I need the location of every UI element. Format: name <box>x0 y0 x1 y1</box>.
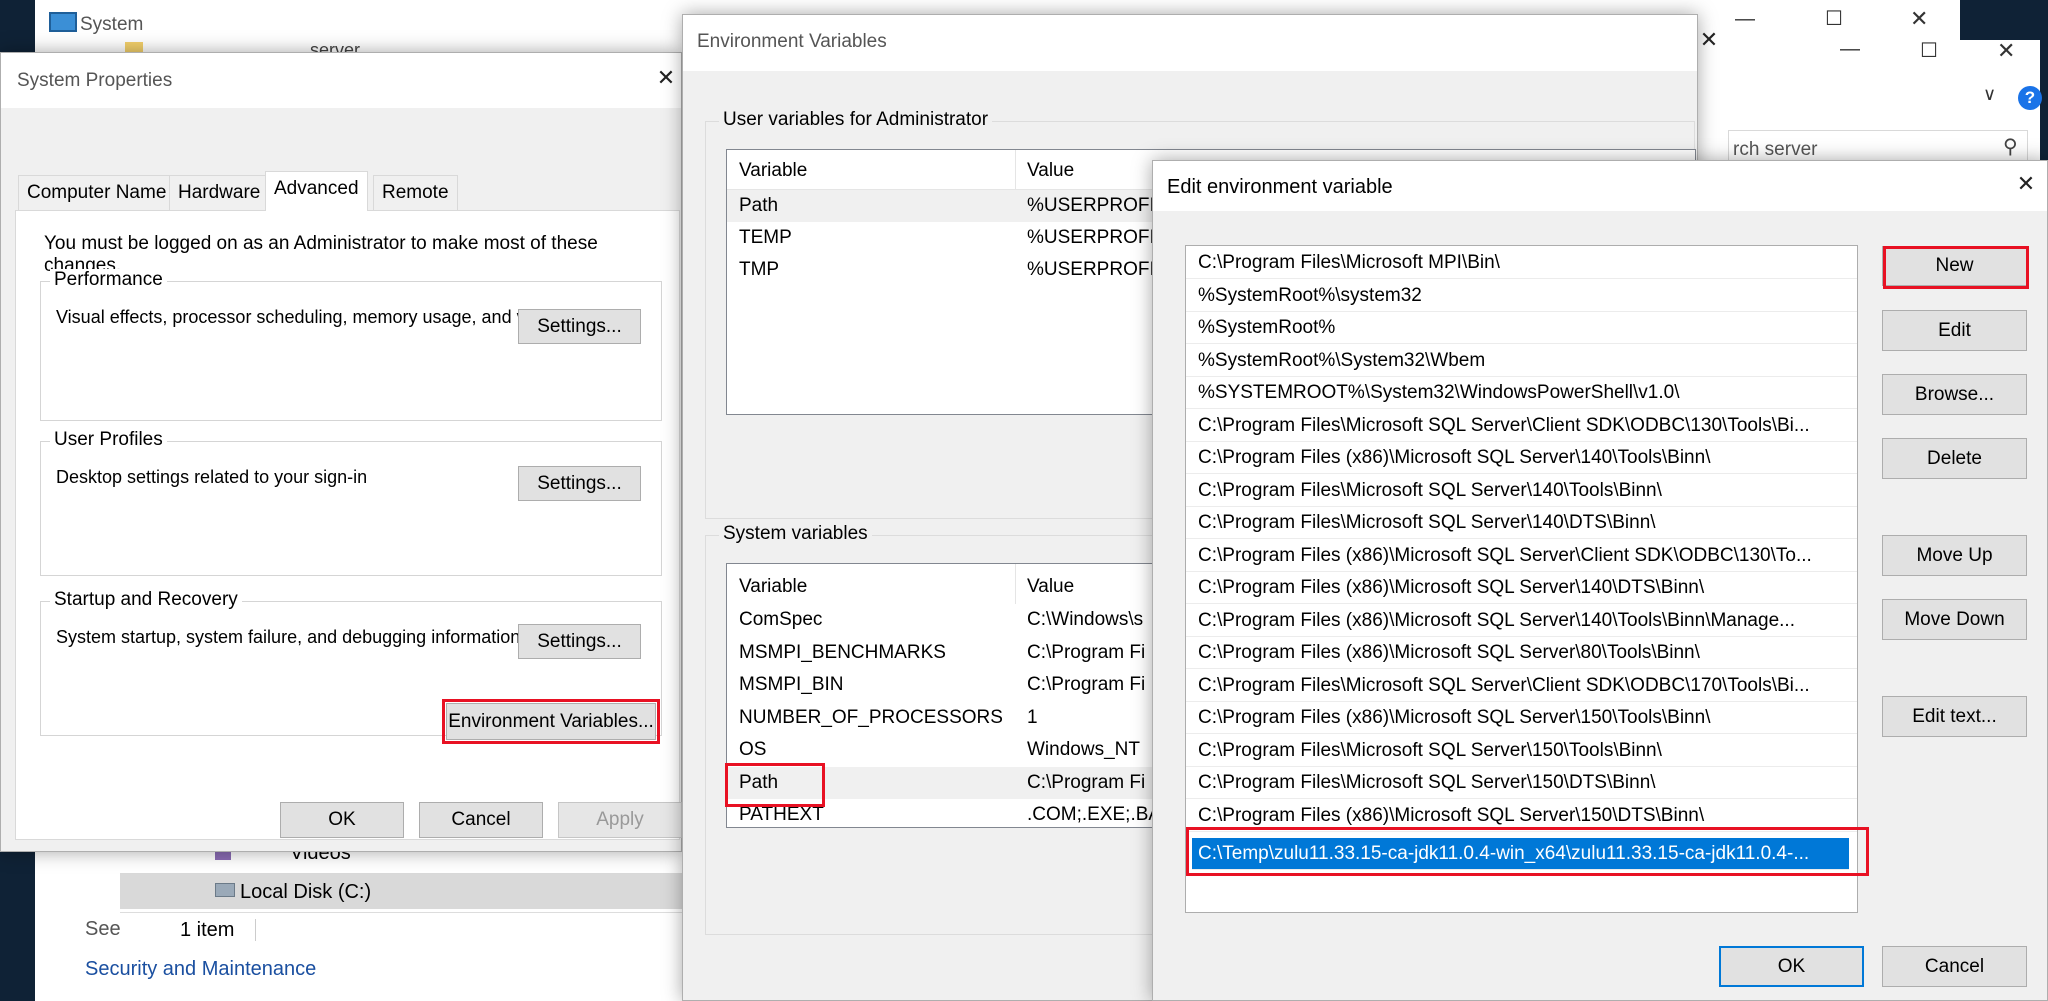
edit-text-button[interactable]: Edit text... <box>1882 696 2027 737</box>
path-entries-list[interactable]: C:\Program Files\Microsoft MPI\Bin\ %Syst… <box>1185 245 1858 913</box>
move-up-button[interactable]: Move Up <box>1882 535 2027 576</box>
list-item[interactable]: C:\Program Files (x86)\Microsoft SQL Ser… <box>1186 605 1857 637</box>
edit-env-title: Edit environment variable <box>1167 176 1393 198</box>
performance-settings-button[interactable]: Settings... <box>518 309 641 344</box>
variable-name: ComSpec <box>739 609 823 630</box>
environment-variables-title: Environment Variables <box>697 31 887 52</box>
column-header-variable[interactable]: Variable <box>739 160 807 182</box>
status-bar: 1 item <box>120 912 720 948</box>
variable-name: TMP <box>739 259 780 280</box>
user-profiles-settings-button[interactable]: Settings... <box>518 466 641 501</box>
list-item[interactable]: C:\Program Files\Microsoft SQL Server\14… <box>1186 507 1857 539</box>
nav-local-disk-label: Local Disk (C:) <box>240 881 372 903</box>
advanced-tab-panel: You must be logged on as an Administrato… <box>15 210 680 840</box>
system-variables-label: System variables <box>719 523 872 545</box>
list-item[interactable]: C:\Program Files\Microsoft SQL Server\15… <box>1186 735 1857 767</box>
system-properties-dialog: System Properties ✕ Computer Name Hardwa… <box>0 52 682 852</box>
column-header-variable[interactable]: Variable <box>739 576 807 598</box>
explorer-title: System <box>80 14 144 35</box>
variable-name: Path <box>739 771 779 793</box>
startup-recovery-desc: System startup, system failure, and debu… <box>56 627 521 647</box>
cancel-button[interactable]: Cancel <box>419 802 543 838</box>
help-icon[interactable]: ? <box>2018 86 2042 110</box>
system-properties-titlebar: System Properties ✕ <box>1 53 681 108</box>
list-item[interactable]: C:\Program Files (x86)\Microsoft SQL Ser… <box>1186 572 1857 604</box>
delete-button[interactable]: Delete <box>1882 438 2027 479</box>
performance-label: Performance <box>50 269 167 291</box>
startup-recovery-label: Startup and Recovery <box>50 589 242 611</box>
column-divider <box>1015 150 1016 190</box>
close-icon[interactable]: ✕ <box>646 65 686 91</box>
edit-env-titlebar: Edit environment variable ✕ <box>1153 161 2047 211</box>
nav-item-local-disk[interactable]: Local Disk (C:) <box>120 873 720 909</box>
variable-name: OS <box>739 739 767 760</box>
chevron-down-icon[interactable]: ∨ <box>1983 84 1996 105</box>
list-item[interactable]: C:\Temp\zulu11.33.15-ca-jdk11.0.4-win_x6… <box>1192 838 1849 870</box>
list-item[interactable]: C:\Program Files\Microsoft SQL Server\14… <box>1186 475 1857 507</box>
list-item[interactable]: C:\Program Files\Microsoft SQL Server\Cl… <box>1186 670 1857 702</box>
close-icon[interactable]: ✕ <box>1910 6 1928 32</box>
list-item[interactable]: %SystemRoot%\System32\Wbem <box>1186 345 1857 377</box>
environment-variables-titlebar: Environment Variables ✕ <box>683 15 1718 71</box>
browse-button[interactable]: Browse... <box>1882 374 2027 415</box>
status-divider <box>255 919 256 941</box>
variable-name: PATHEXT <box>739 804 824 825</box>
tab-advanced[interactable]: Advanced <box>265 171 368 211</box>
list-item[interactable]: C:\Program Files (x86)\Microsoft SQL Ser… <box>1186 637 1857 669</box>
move-down-button[interactable]: Move Down <box>1882 599 2027 640</box>
list-item[interactable]: %SystemRoot% <box>1186 312 1857 344</box>
variable-name: MSMPI_BENCHMARKS <box>739 641 946 663</box>
environment-variables-button[interactable]: Environment Variables... <box>446 703 656 740</box>
close-icon[interactable]: ✕ <box>2006 171 2046 197</box>
list-item[interactable]: C:\Program Files (x86)\Microsoft SQL Ser… <box>1186 540 1857 572</box>
close-icon[interactable]: ✕ <box>1997 38 2015 64</box>
list-item[interactable]: C:\Program Files (x86)\Microsoft SQL Ser… <box>1186 442 1857 474</box>
computer-icon <box>49 12 77 32</box>
variable-name: MSMPI_BIN <box>739 674 844 695</box>
see-also-fragment: See <box>85 918 121 940</box>
tab-remote[interactable]: Remote <box>373 175 458 211</box>
cancel-button[interactable]: Cancel <box>1882 946 2027 987</box>
system-properties-title: System Properties <box>17 70 173 91</box>
user-profiles-group <box>40 441 662 576</box>
column-divider <box>1015 564 1016 604</box>
user-profiles-label: User Profiles <box>50 429 167 451</box>
edit-environment-variable-dialog: Edit environment variable ✕ C:\Program F… <box>1152 160 2048 1001</box>
close-icon[interactable]: ✕ <box>1689 27 1729 53</box>
maximize-icon[interactable]: ☐ <box>1920 38 1938 63</box>
list-item[interactable]: C:\Program Files (x86)\Microsoft SQL Ser… <box>1186 800 1857 832</box>
new-button[interactable]: New <box>1882 246 2027 286</box>
variable-name: NUMBER_OF_PROCESSORS <box>739 706 1003 728</box>
search-icon[interactable]: ⚲ <box>2003 134 2018 159</box>
minimize-icon[interactable]: — <box>1840 38 1860 61</box>
startup-settings-button[interactable]: Settings... <box>518 624 641 659</box>
status-item-count: 1 item <box>180 919 235 941</box>
variable-name: TEMP <box>739 227 792 248</box>
performance-group <box>40 281 662 421</box>
ok-button[interactable]: OK <box>1719 946 1864 987</box>
drive-icon <box>215 883 235 897</box>
list-item[interactable]: C:\Program Files\Microsoft SQL Server\Cl… <box>1186 410 1857 442</box>
tab-hardware[interactable]: Hardware <box>169 175 270 211</box>
column-header-value[interactable]: Value <box>1027 576 1074 598</box>
list-item[interactable]: %SystemRoot%\system32 <box>1186 280 1857 312</box>
edit-button[interactable]: Edit <box>1882 310 2027 351</box>
maximize-icon[interactable]: ☐ <box>1825 6 1843 31</box>
column-header-value[interactable]: Value <box>1027 160 1074 182</box>
tab-computer-name[interactable]: Computer Name <box>18 175 176 211</box>
list-item[interactable]: C:\Program Files\Microsoft MPI\Bin\ <box>1186 247 1857 279</box>
apply-button[interactable]: Apply <box>558 802 682 838</box>
ok-button[interactable]: OK <box>280 802 404 838</box>
list-item[interactable]: C:\Program Files\Microsoft SQL Server\15… <box>1186 767 1857 799</box>
user-profiles-desc: Desktop settings related to your sign-in <box>56 467 368 487</box>
list-item[interactable]: C:\Program Files (x86)\Microsoft SQL Ser… <box>1186 702 1857 734</box>
list-item[interactable]: %SYSTEMROOT%\System32\WindowsPowerShell\… <box>1186 377 1857 409</box>
variable-name: Path <box>739 195 779 216</box>
security-maintenance-link[interactable]: Security and Maintenance <box>85 958 316 981</box>
minimize-icon[interactable]: — <box>1735 8 1755 31</box>
user-variables-label: User variables for Administrator <box>719 109 993 131</box>
search-input[interactable]: rch server <box>1733 139 1817 161</box>
